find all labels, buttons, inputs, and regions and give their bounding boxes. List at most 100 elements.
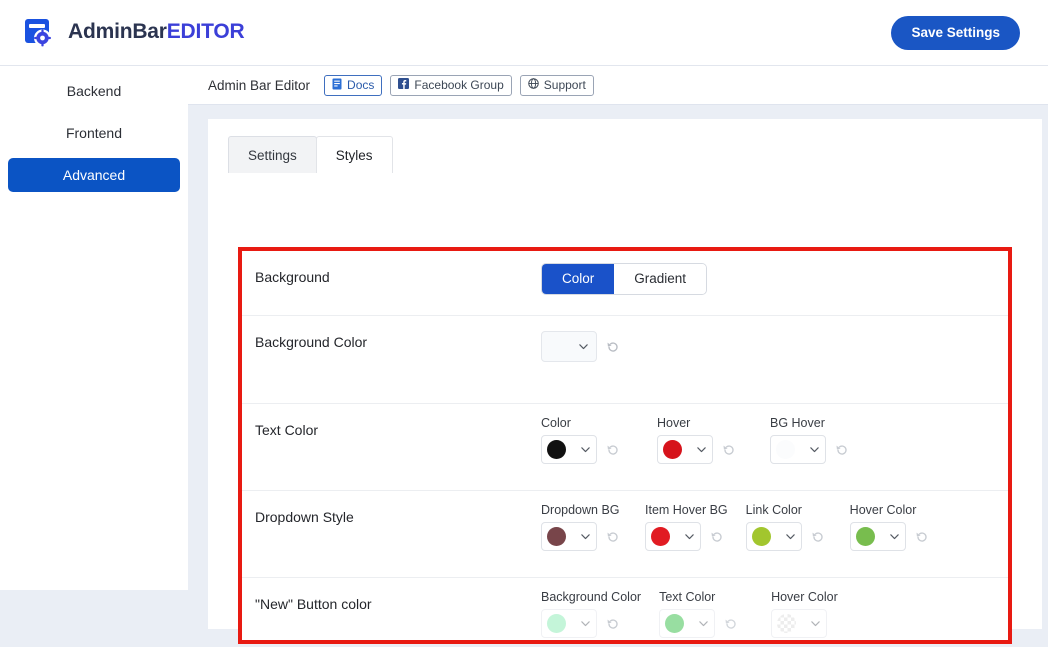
- styles-highlight-region: Background Color Gradient Background Col…: [238, 247, 1012, 644]
- color-dot: [547, 527, 566, 546]
- background-color-swatch[interactable]: [541, 331, 597, 362]
- brand-title: AdminBarEDITOR: [68, 20, 245, 44]
- row-dropdown-style-label: Dropdown Style: [255, 509, 354, 525]
- field-background-color: [541, 331, 621, 362]
- new-button-hover-color-swatch[interactable]: [771, 609, 827, 638]
- reset-icon[interactable]: [605, 442, 621, 458]
- save-settings-button[interactable]: Save Settings: [891, 16, 1020, 50]
- brand: AdminBarEDITOR: [22, 15, 245, 49]
- breadcrumb-bar: Admin Bar Editor Docs Facebook Group: [188, 66, 1048, 105]
- brand-admin-text: AdminBar: [68, 20, 167, 43]
- chevron-down-icon: [580, 618, 591, 629]
- chevron-down-icon: [889, 531, 900, 542]
- dropdown-hover-color-swatch[interactable]: [850, 522, 906, 551]
- new-button-bg-color-swatch[interactable]: [541, 609, 597, 638]
- chevron-down-icon: [580, 444, 591, 455]
- row-background-color-label: Background Color: [255, 334, 367, 350]
- chevron-down-icon: [578, 341, 589, 352]
- chevron-down-icon: [696, 444, 707, 455]
- row-text-color-label: Text Color: [255, 422, 318, 438]
- sidebar: Backend Frontend Advanced: [0, 66, 188, 590]
- document-icon: [332, 78, 342, 93]
- reset-icon[interactable]: [721, 442, 737, 458]
- chevron-down-icon: [785, 531, 796, 542]
- content-pane: Admin Bar Editor Docs Facebook Group: [188, 66, 1048, 590]
- color-dot: [856, 527, 875, 546]
- support-link[interactable]: Support: [520, 75, 594, 96]
- reset-icon[interactable]: [914, 529, 930, 545]
- reset-icon[interactable]: [605, 339, 621, 355]
- field-link-color: Link Color: [746, 503, 826, 551]
- reset-icon[interactable]: [605, 616, 621, 632]
- app-header: AdminBarEDITOR Save Settings: [0, 0, 1048, 66]
- facebook-group-label: Facebook Group: [414, 78, 503, 92]
- reset-icon[interactable]: [605, 529, 621, 545]
- tab-settings[interactable]: Settings: [228, 136, 317, 173]
- sidebar-item-backend[interactable]: Backend: [8, 74, 180, 108]
- reset-icon[interactable]: [723, 616, 739, 632]
- chevron-down-icon: [684, 531, 695, 542]
- new-button-text-color-swatch[interactable]: [659, 609, 715, 638]
- sidebar-item-advanced[interactable]: Advanced: [8, 158, 180, 192]
- transparent-color-dot: [777, 614, 796, 633]
- background-type-gradient[interactable]: Gradient: [614, 264, 706, 294]
- text-bg-hover-color-swatch[interactable]: [770, 435, 826, 464]
- reset-icon[interactable]: [810, 529, 826, 545]
- color-dot: [663, 440, 682, 459]
- breadcrumb: Admin Bar Editor: [208, 78, 310, 93]
- styles-card: Settings Styles Background Color Gradien…: [208, 119, 1042, 629]
- color-dot: [547, 440, 566, 459]
- chevron-down-icon: [580, 531, 591, 542]
- field-dropdown-bg: Dropdown BG: [541, 503, 621, 551]
- link-color-swatch[interactable]: [746, 522, 802, 551]
- field-new-button-text-color-label: Text Color: [659, 590, 739, 604]
- color-dot: [665, 614, 684, 633]
- chevron-down-icon: [698, 618, 709, 629]
- docs-link[interactable]: Docs: [324, 75, 382, 96]
- docs-link-label: Docs: [347, 78, 374, 92]
- styles-rows: Background Color Gradient Background Col…: [242, 251, 1008, 647]
- sidebar-item-frontend[interactable]: Frontend: [8, 116, 180, 150]
- field-dropdown-hover-color: Hover Color: [850, 503, 930, 551]
- reset-icon[interactable]: [709, 529, 725, 545]
- field-item-hover-bg-label: Item Hover BG: [645, 503, 728, 517]
- row-new-button-color: "New" Button color Background Color: [242, 577, 1008, 647]
- field-link-color-label: Link Color: [746, 503, 826, 517]
- field-dropdown-hover-color-label: Hover Color: [850, 503, 930, 517]
- color-dot: [547, 614, 566, 633]
- dropdown-bg-color-swatch[interactable]: [541, 522, 597, 551]
- color-dot: [752, 527, 771, 546]
- text-color-swatch[interactable]: [541, 435, 597, 464]
- item-hover-bg-color-swatch[interactable]: [645, 522, 701, 551]
- brand-editor-text: EDITOR: [167, 20, 245, 43]
- row-text-color: Text Color Color: [242, 403, 1008, 490]
- row-dropdown-style: Dropdown Style Dropdown BG: [242, 490, 1008, 577]
- field-text-color: Color: [541, 416, 621, 464]
- color-dot: [776, 440, 795, 459]
- field-new-button-bg: Background Color: [541, 590, 641, 638]
- row-background: Background Color Gradient: [242, 251, 1008, 315]
- chevron-down-icon: [810, 618, 821, 629]
- field-item-hover-bg: Item Hover BG: [645, 503, 728, 551]
- field-text-bg-hover-label: BG Hover: [770, 416, 850, 430]
- row-background-color: Background Color: [242, 315, 1008, 403]
- background-type-toggle: Color Gradient: [541, 263, 707, 295]
- tab-styles[interactable]: Styles: [316, 136, 393, 173]
- text-hover-color-swatch[interactable]: [657, 435, 713, 464]
- facebook-group-link[interactable]: Facebook Group: [390, 75, 511, 96]
- row-new-button-color-label: "New" Button color: [255, 596, 372, 612]
- field-new-button-text-color: Text Color: [659, 590, 739, 638]
- tab-bar: Settings Styles: [228, 134, 392, 173]
- field-new-button-bg-label: Background Color: [541, 590, 641, 604]
- background-type-color[interactable]: Color: [542, 264, 614, 294]
- field-dropdown-bg-label: Dropdown BG: [541, 503, 621, 517]
- field-text-bg-hover: BG Hover: [770, 416, 850, 464]
- facebook-icon: [398, 78, 409, 92]
- reset-icon[interactable]: [834, 442, 850, 458]
- globe-icon: [528, 78, 539, 92]
- chevron-down-icon: [809, 444, 820, 455]
- support-link-label: Support: [544, 78, 586, 92]
- field-text-hover: Hover: [657, 416, 737, 464]
- field-new-button-hover-color: Hover Color: [771, 590, 838, 638]
- field-text-color-label: Color: [541, 416, 621, 430]
